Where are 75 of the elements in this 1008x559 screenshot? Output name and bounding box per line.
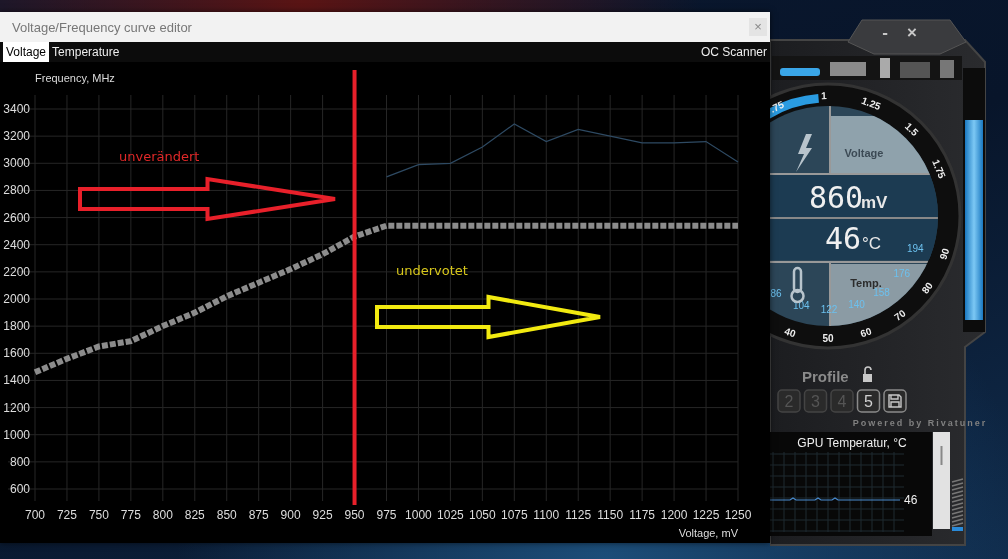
scale-label: 1.25 — [860, 94, 883, 113]
axis-tick-label: 1150 — [597, 508, 624, 522]
axis-tick-label: 775 — [120, 508, 141, 522]
scale-label: .75 — [770, 98, 786, 115]
scale-label: 86 — [770, 288, 782, 300]
axis-tick-label: 925 — [312, 508, 333, 522]
axis-tick-label: 1075 — [500, 508, 528, 522]
axis-tick-label: 950 — [344, 508, 365, 522]
scale-label: 80 — [919, 280, 935, 296]
axis-tick-label: 3000 — [3, 156, 30, 171]
scale-label: 70 — [892, 307, 908, 323]
oc-scanner-button[interactable]: OC Scanner — [694, 42, 770, 62]
axis-tick-label: 1600 — [3, 346, 30, 361]
gauge-label: Temp. — [850, 277, 882, 289]
axis-tick-label: 1100 — [533, 508, 560, 522]
scale-label: 104 — [792, 300, 810, 312]
axis-tick-label: 1000 — [3, 427, 30, 442]
axis-tick-label: 1175 — [629, 508, 656, 522]
axis-tick-label: 1000 — [405, 508, 432, 522]
axis-tick-label: 1200 — [660, 508, 688, 522]
axis-tick-label: 875 — [248, 508, 269, 522]
scale-label: 158 — [873, 287, 890, 298]
scale-label: 90 — [937, 246, 952, 261]
powered-by-text: Powered by Rivatuner — [852, 418, 988, 428]
axis-tick-label: 825 — [184, 508, 205, 522]
axis-tick-label: 2400 — [3, 237, 30, 252]
axis-title: Frequency, MHz — [35, 72, 115, 84]
axis-tick-label: 1250 — [724, 508, 752, 522]
graph-title: GPU Temperatur, °C — [797, 436, 907, 450]
profile-label: Profile — [802, 368, 849, 385]
unit-label: mV — [861, 193, 888, 212]
profile-button[interactable]: 5 — [856, 389, 881, 413]
axis-tick-label: 1400 — [3, 373, 30, 388]
annotation-text: unverändert — [119, 149, 200, 164]
scale-label: 140 — [848, 299, 865, 311]
axis-tick-label: 850 — [216, 508, 237, 522]
axis-tick-label: 3400 — [3, 102, 30, 116]
scale-label: 194 — [906, 243, 924, 255]
annotation-text: undervotet — [396, 263, 468, 278]
gauge-label: Voltage — [844, 147, 884, 159]
axis-tick-label: 2200 — [3, 264, 30, 279]
axis-tick-label: 1050 — [469, 508, 496, 522]
scale-label: 1.75 — [930, 157, 948, 181]
axis-tick-label: 2800 — [3, 183, 30, 198]
axis-title: Voltage, mV — [678, 527, 738, 539]
axis-tick-label: 1025 — [437, 508, 464, 522]
axis-tick-label: 2000 — [3, 292, 30, 306]
scale-label: 1.5 — [902, 120, 921, 139]
temperature-reading: 46 — [825, 221, 862, 256]
axis-tick-label: 1800 — [3, 319, 30, 334]
axis-tick-label: 800 — [9, 454, 30, 469]
axis-tick-label: 700 — [25, 508, 45, 522]
axis-tick-label: 2600 — [3, 210, 30, 225]
axis-tick-label: 900 — [280, 508, 301, 522]
window-title: Voltage/Frequency curve editor — [12, 19, 192, 35]
scale-label: 40 — [783, 325, 798, 340]
axis-tick-label: 600 — [9, 482, 30, 496]
scale-label: 60 — [858, 325, 873, 340]
tab[interactable]: Temperature — [49, 42, 123, 62]
axis-tick-label: 800 — [152, 508, 173, 522]
minimize-button[interactable]: - — [882, 23, 888, 42]
axis-tick-label: 3200 — [3, 129, 30, 144]
axis-tick-label: 975 — [376, 508, 397, 522]
tab[interactable]: Voltage — [3, 42, 50, 62]
axis-tick-label: 1225 — [692, 508, 720, 522]
close-button[interactable]: × — [907, 23, 917, 42]
unit-label: °C — [862, 234, 882, 253]
axis-tick-label: 725 — [56, 508, 77, 522]
scale-label: 1 — [820, 90, 827, 102]
scale-label: 50 — [822, 333, 834, 344]
axis-tick-label: 750 — [88, 508, 109, 522]
axis-tick-label: 1200 — [3, 400, 30, 415]
graph-reading: 46 — [904, 493, 918, 507]
axis-tick-label: 1125 — [565, 508, 592, 522]
scale-label: 176 — [893, 267, 911, 279]
